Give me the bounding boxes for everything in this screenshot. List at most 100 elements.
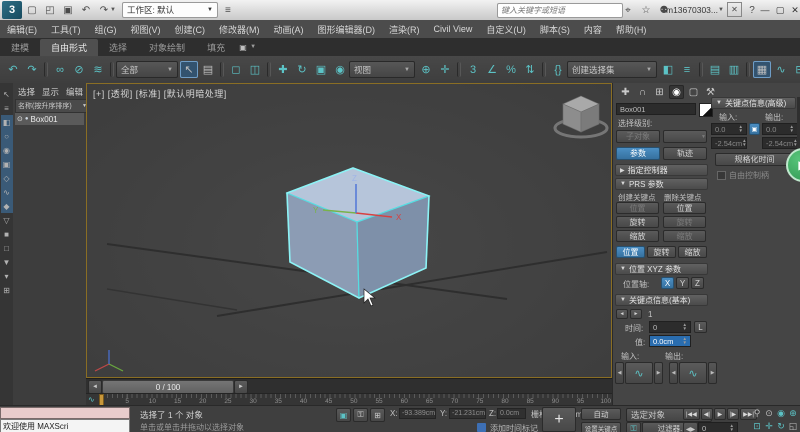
toolbar-options-icon[interactable]: ≡ bbox=[220, 2, 236, 18]
tab-hierarchy[interactable]: ⊞ bbox=[652, 85, 667, 99]
favorites-icon[interactable]: ☆ bbox=[638, 2, 654, 18]
username-label[interactable]: m13670303... bbox=[666, 5, 718, 15]
select-and-rotate-icon[interactable]: ↻ bbox=[293, 61, 311, 78]
schematic-view-icon[interactable]: ⊟ bbox=[791, 61, 800, 78]
prs-mode-button[interactable]: 旋转 bbox=[647, 246, 676, 258]
play-button[interactable]: ▶ bbox=[714, 408, 726, 420]
maximize-button[interactable]: ▢ bbox=[773, 3, 787, 17]
separator[interactable] bbox=[457, 62, 461, 77]
close-button[interactable]: ✕ bbox=[788, 3, 800, 17]
undo-icon[interactable]: ↶ bbox=[78, 2, 94, 18]
menu-item[interactable]: 内容 bbox=[577, 20, 609, 38]
normalize-time-button[interactable]: 规格化时间 bbox=[715, 153, 794, 166]
sort-icon[interactable]: ▼ bbox=[1, 255, 13, 269]
mirror-icon[interactable]: ◧ bbox=[659, 61, 677, 78]
coord-z-field[interactable]: 0.0cm bbox=[497, 408, 526, 419]
create-key-button[interactable]: 旋转 bbox=[616, 216, 659, 228]
next-key-button[interactable]: ► bbox=[630, 309, 642, 319]
menu-item[interactable]: 组(G) bbox=[88, 20, 124, 38]
coord-x-field[interactable]: -93.389cm bbox=[399, 408, 436, 419]
set-keys-big-button[interactable]: + bbox=[542, 407, 576, 432]
display-cameras-icon[interactable]: ▣ bbox=[1, 157, 13, 171]
sub-object-dropdown[interactable]: ▼ bbox=[663, 130, 707, 143]
snap-toggle-3d-icon[interactable]: 3 bbox=[464, 61, 482, 78]
ribbon-tab[interactable]: 自由形式 bbox=[40, 39, 98, 56]
select-by-name-icon[interactable]: ▤ bbox=[199, 61, 217, 78]
separator[interactable] bbox=[110, 62, 114, 77]
display-groups-icon[interactable]: ◆ bbox=[1, 199, 13, 213]
menu-item[interactable]: 帮助(H) bbox=[609, 20, 654, 38]
toggle-ribbon-icon[interactable]: ▦ bbox=[753, 61, 771, 78]
display-containers-icon[interactable]: □ bbox=[1, 241, 13, 255]
toggle-scene-explorer-icon[interactable]: ▤ bbox=[706, 61, 724, 78]
delete-key-button[interactable]: 旋转 bbox=[663, 216, 706, 228]
separator[interactable] bbox=[699, 62, 703, 77]
menu-item[interactable]: 脚本(S) bbox=[533, 20, 577, 38]
ribbon-tab[interactable]: 建模 bbox=[0, 39, 40, 56]
open-file-icon[interactable]: ◰ bbox=[42, 2, 58, 18]
tab-display[interactable]: ▢ bbox=[686, 85, 701, 99]
delete-key-button[interactable]: 位置 bbox=[663, 202, 706, 214]
add-time-tag-label[interactable]: 添加时间标记 bbox=[490, 423, 538, 432]
rollout-key-info-basic[interactable]: ▼关键点信息(基本) bbox=[615, 294, 708, 306]
angle-snap-icon[interactable]: ∠ bbox=[483, 61, 501, 78]
time-slider-handle[interactable]: 0 / 100 bbox=[102, 380, 234, 394]
selection-filter-dropdown[interactable]: 全部▼ bbox=[116, 61, 178, 78]
reference-coordinate-dropdown[interactable]: 视图▼ bbox=[349, 61, 415, 78]
explorer-menu-item[interactable]: 显示 bbox=[42, 86, 59, 98]
zoom-icon[interactable]: ⚲ bbox=[751, 407, 763, 419]
explorer-item-box001[interactable]: ⊙ ● Box001 bbox=[15, 113, 84, 125]
orbit-icon[interactable]: ↻ bbox=[775, 420, 787, 432]
rollout-prs-parameters[interactable]: ▼PRS 参数 bbox=[615, 178, 708, 190]
separator[interactable] bbox=[746, 62, 750, 77]
zoom-all-icon[interactable]: ⊙ bbox=[763, 407, 775, 419]
minimize-button[interactable]: — bbox=[758, 3, 772, 17]
window-crossing-icon[interactable]: ◫ bbox=[246, 61, 264, 78]
ribbon-tab[interactable]: 选择 bbox=[98, 39, 138, 56]
adv-in-speed-field[interactable]: -2.54cm▲▼ bbox=[711, 137, 747, 149]
search-scope-icon[interactable]: ⌖ bbox=[620, 2, 636, 18]
display-helpers-icon[interactable]: ◇ bbox=[1, 171, 13, 185]
align-icon[interactable]: ≡ bbox=[678, 61, 696, 78]
named-selection-set-dropdown[interactable]: 创建选择集▼ bbox=[567, 61, 657, 78]
perspective-viewport[interactable]: [+] [透视] [标准] [默认明暗处理] bbox=[86, 83, 612, 378]
auto-key-button[interactable]: 自动 bbox=[581, 408, 621, 420]
macro-recorder-pane[interactable] bbox=[0, 407, 130, 419]
ribbon-config-icon[interactable]: ▣ bbox=[236, 39, 250, 56]
adv-out-value-field[interactable]: 0.0▲▼ bbox=[762, 123, 798, 135]
select-and-scale-icon[interactable]: ▣ bbox=[312, 61, 330, 78]
menu-item[interactable]: Civil View bbox=[427, 20, 480, 38]
display-shapes-icon[interactable]: ○ bbox=[1, 129, 13, 143]
select-and-place-icon[interactable]: ◉ bbox=[331, 61, 349, 78]
previous-key-button[interactable]: ◄ bbox=[616, 309, 628, 319]
in-tangent-button[interactable]: ∿ bbox=[625, 362, 653, 384]
go-to-start-button[interactable]: |◀◀ bbox=[683, 408, 700, 420]
workspace-selector[interactable]: 工作区: 默认▼ bbox=[122, 2, 218, 18]
tab-motion[interactable]: ◉ bbox=[669, 85, 684, 99]
explorer-sort-header[interactable]: 名称(按升序排序)▼ bbox=[15, 99, 90, 113]
out-tangent-prev-arrow[interactable]: ◀ bbox=[669, 362, 678, 384]
next-frame-button[interactable]: |▶ bbox=[727, 408, 739, 420]
selection-lock-icon[interactable]: ⚿ bbox=[353, 408, 368, 422]
menu-item[interactable]: 工具(T) bbox=[44, 20, 88, 38]
menu-item[interactable]: 修改器(M) bbox=[212, 20, 267, 38]
coord-y-field[interactable]: -21.231cm bbox=[449, 408, 486, 419]
explorer-menu-icon[interactable]: ≡ bbox=[1, 101, 13, 115]
rollout-key-info-advanced[interactable]: ▼关键点信息(高级) bbox=[711, 97, 796, 109]
new-file-icon[interactable]: ▢ bbox=[24, 2, 40, 18]
frame-nudge-icon[interactable]: ◀▶ bbox=[683, 422, 698, 432]
menu-item[interactable]: 自定义(U) bbox=[479, 20, 533, 38]
axis-toggle-button[interactable]: Z bbox=[691, 277, 704, 289]
separator[interactable] bbox=[542, 62, 546, 77]
maxscript-mini-listener[interactable]: 欢迎使用 MAXScri bbox=[0, 419, 130, 432]
pan-icon[interactable]: ✛ bbox=[763, 420, 775, 432]
view-cube[interactable] bbox=[555, 96, 607, 137]
prs-mode-button[interactable]: 位置 bbox=[616, 246, 645, 258]
delete-key-button[interactable]: 缩放 bbox=[663, 230, 706, 242]
menu-item[interactable]: 渲染(R) bbox=[382, 20, 427, 38]
menu-item[interactable]: 创建(C) bbox=[168, 20, 213, 38]
explorer-add-icon[interactable]: ⊞ bbox=[1, 283, 13, 297]
sub-object-button[interactable]: 子对象 bbox=[616, 130, 660, 143]
edit-named-selection-sets-icon[interactable]: {} bbox=[549, 61, 567, 78]
key-time-field[interactable]: 0 ▲▼ bbox=[649, 321, 691, 333]
